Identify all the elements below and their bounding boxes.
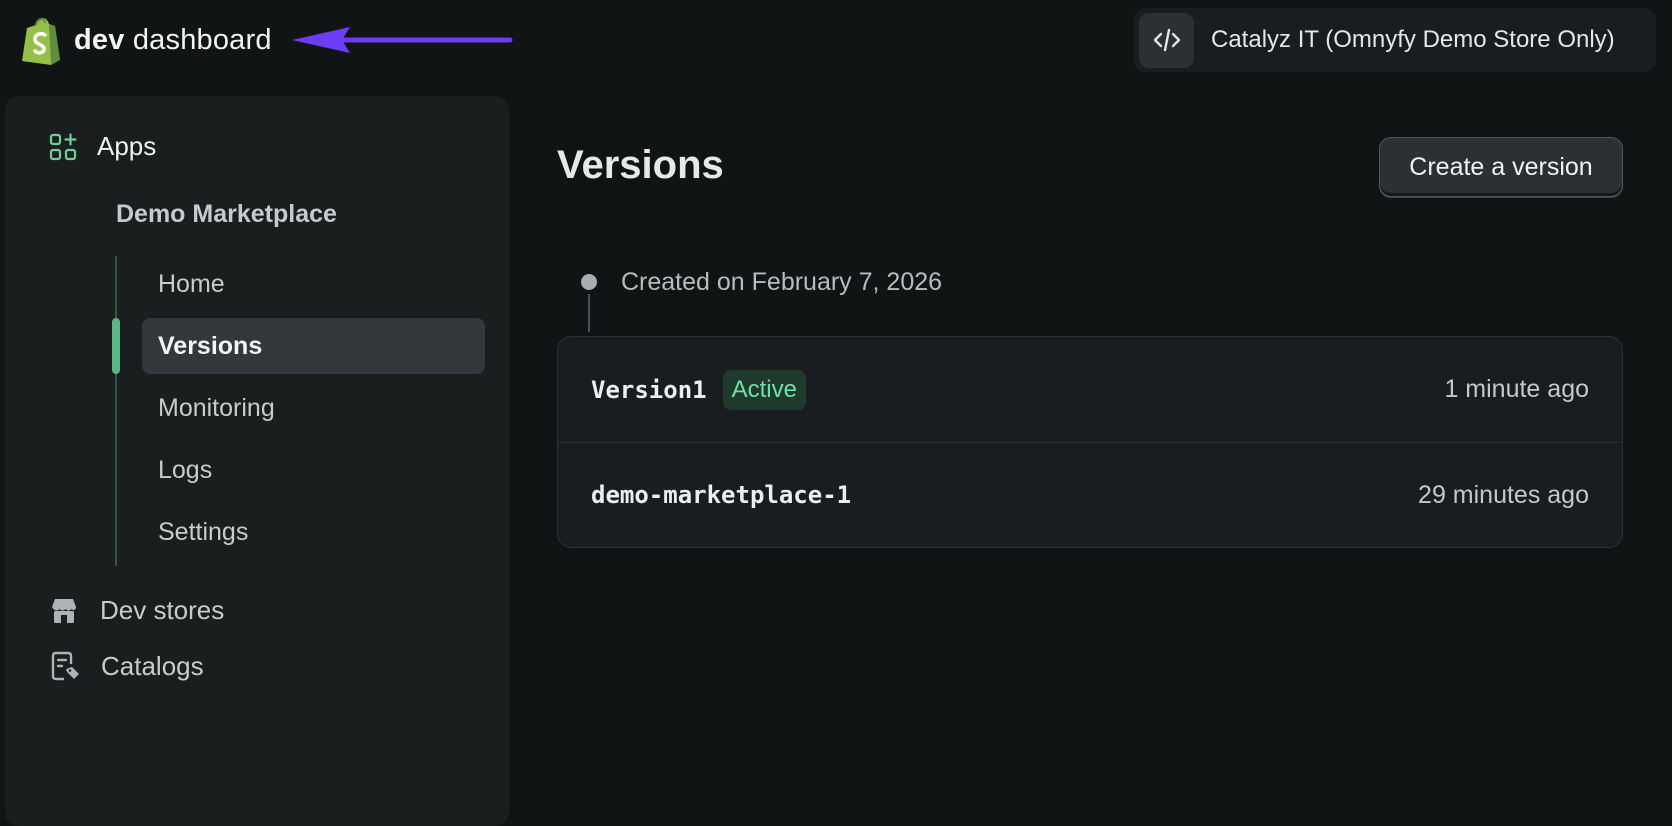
shopify-logo	[22, 17, 60, 65]
timeline-dot-icon	[581, 274, 597, 290]
status-badge: Active	[722, 369, 806, 410]
versions-list: Version1 Active 1 minute ago demo-market…	[557, 336, 1623, 548]
apps-grid-icon	[49, 132, 77, 160]
nav-catalogs[interactable]: Catalogs	[49, 650, 204, 682]
nav-dev-stores-label: Dev stores	[100, 595, 225, 625]
version-time: 29 minutes ago	[1418, 480, 1589, 509]
code-icon	[1139, 12, 1194, 68]
nav-dev-stores[interactable]: Dev stores	[49, 595, 224, 626]
sidebar-item-monitoring[interactable]: Monitoring	[142, 380, 485, 436]
brand-name: dev dashboard	[74, 23, 272, 56]
sidebar-item-versions[interactable]: Versions	[142, 318, 485, 374]
org-name: Catalyz IT (Omnyfy Demo Store Only)	[1211, 26, 1615, 53]
version-name: demo-marketplace-1	[591, 481, 852, 509]
sidebar: Apps Demo Marketplace Home Versions Moni…	[5, 96, 509, 826]
nav-apps-label: Apps	[97, 131, 157, 161]
version-row[interactable]: demo-marketplace-1 29 minutes ago	[558, 442, 1622, 547]
app-name[interactable]: Demo Marketplace	[116, 200, 337, 229]
sidebar-item-logs[interactable]: Logs	[142, 442, 485, 498]
nav-apps[interactable]: Apps	[49, 131, 156, 162]
version-time: 1 minute ago	[1444, 375, 1589, 403]
timeline-date: Created on February 7, 2026	[621, 268, 943, 296]
catalog-icon	[51, 651, 79, 681]
subnav-track	[115, 256, 117, 566]
nav-catalogs-label: Catalogs	[101, 650, 204, 681]
timeline-connector	[588, 294, 590, 332]
store-icon	[52, 598, 76, 623]
sidebar-item-settings[interactable]: Settings	[142, 504, 485, 560]
annotation-arrow-icon	[292, 27, 513, 53]
create-version-button[interactable]: Create a version	[1379, 137, 1623, 197]
org-switcher[interactable]: Catalyz IT (Omnyfy Demo Store Only)	[1134, 8, 1656, 72]
page-title: Versions	[557, 143, 724, 187]
version-row[interactable]: Version1 Active 1 minute ago	[558, 337, 1622, 442]
version-name: Version1	[591, 375, 707, 404]
subnav-active-indicator	[112, 318, 120, 374]
brand[interactable]: dev dashboard	[18, 14, 272, 66]
top-bar: dev dashboard Catalyz IT (Omnyfy Demo St…	[0, 0, 1672, 82]
sidebar-item-home[interactable]: Home	[142, 256, 485, 312]
